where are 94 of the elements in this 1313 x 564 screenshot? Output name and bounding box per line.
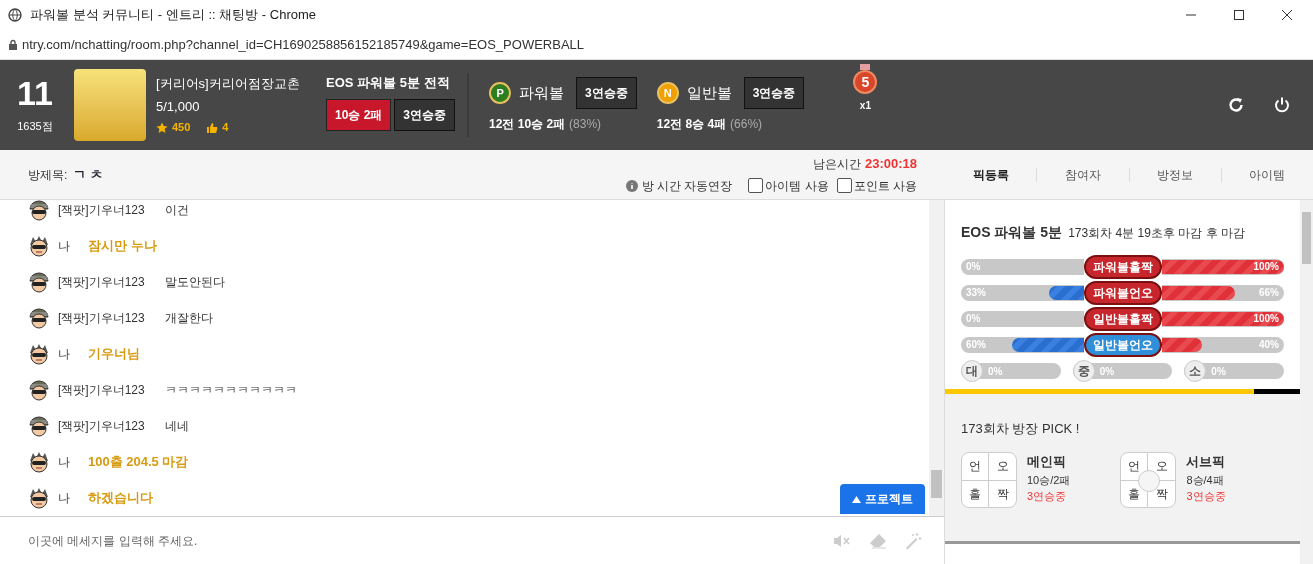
pick-streak: 3연승중 xyxy=(1027,489,1068,504)
record-summary: 12전 8승 4패 xyxy=(656,116,727,133)
percent-text: 100% xyxy=(1253,312,1279,326)
pick-title: 173회차 방장 PICK ! xyxy=(961,421,1080,436)
chat-message: 하겠습니다 xyxy=(88,489,153,508)
tab[interactable]: 참여자 xyxy=(1037,165,1129,184)
power-icon[interactable] xyxy=(1273,96,1291,114)
tab[interactable]: 아이템 xyxy=(1221,165,1313,184)
room-name: [커리어s]커리어점장교촌 xyxy=(156,75,301,94)
user-name: [잭팟]기우너123 xyxy=(58,382,145,399)
user-name: [잭팟]기우너123 xyxy=(58,310,145,327)
chat-message: 말도안된다 xyxy=(164,274,225,291)
record-summary: 12전 10승 2패 xyxy=(489,116,566,133)
bar-label: 파워볼홀짝 xyxy=(1083,255,1162,279)
info-icon xyxy=(625,179,638,192)
address-bar[interactable]: ntry.com/nchatting/room.php?channel_id=CH1690258856152185749&game=EOS_POWERBALL xyxy=(22,34,584,55)
tab[interactable]: 방정보 xyxy=(1129,165,1221,184)
user-name: 나 xyxy=(58,490,70,507)
chat-message: 개잘한다 xyxy=(164,310,213,327)
pick-record: 8승/4패 xyxy=(1186,472,1225,488)
chat-message: 100출 204.5 마감 xyxy=(88,453,189,472)
checkbox[interactable] xyxy=(748,178,764,194)
chat-message: 이건 xyxy=(164,202,189,219)
bar-label: 일반볼언오 xyxy=(1083,333,1162,357)
streak-label: 3연승중 xyxy=(743,77,805,109)
user-name: [잭팟]기우너123 xyxy=(58,418,145,435)
remaining-time: 23:00:18 xyxy=(864,155,917,174)
globe-icon xyxy=(8,8,22,22)
avatar-icon xyxy=(26,200,52,221)
streak-label: 3연승중 xyxy=(394,98,456,131)
medal-count: x1 xyxy=(859,99,871,113)
maximize-icon[interactable] xyxy=(1233,9,1245,21)
ball-name: 일반볼 xyxy=(686,82,732,103)
room-logo-placeholder xyxy=(74,69,146,141)
chat-message: 기우너님 xyxy=(88,345,140,364)
window-title: 파워볼 분석 커뮤니티 - 엔트리 :: 채팅방 - Chrome xyxy=(30,6,316,25)
member-count: 5/1,000 xyxy=(156,97,201,116)
streak-label: 3연승중 xyxy=(576,77,637,109)
pick-record: 10승/2패 xyxy=(1027,472,1071,488)
lock-icon xyxy=(8,38,18,51)
ball-name: 파워볼 xyxy=(519,82,565,103)
bar-label: 일반볼홀짝 xyxy=(1083,307,1162,331)
size-label: 중 xyxy=(1072,360,1095,382)
chat-message: 네네 xyxy=(164,418,189,435)
pick-cell: 오 xyxy=(989,453,1016,481)
avatar-icon xyxy=(26,307,52,329)
avatar-icon xyxy=(26,415,52,437)
record-result: 10승 2패 xyxy=(326,98,392,131)
option-label: 포인트 사용 xyxy=(853,177,917,195)
pick-cell-text: 짝 xyxy=(995,485,1010,503)
refresh-icon[interactable] xyxy=(1227,96,1245,114)
user-name: [잭팟]기우너123 xyxy=(58,202,145,219)
game-title: EOS 파워볼 5분 xyxy=(961,223,1063,242)
scrollbar[interactable] xyxy=(929,200,944,516)
project-button[interactable]: 프로젝트 xyxy=(840,484,925,514)
chat-message: 잠시만 누나 xyxy=(88,237,157,256)
star-icon xyxy=(156,121,168,134)
user-name: 나 xyxy=(58,238,70,255)
avatar-icon xyxy=(26,271,52,293)
user-name: 나 xyxy=(58,346,70,363)
user-name: [잭팟]기우너123 xyxy=(58,274,145,291)
caret-icon xyxy=(852,495,861,503)
auto-extend-label: 방 시간 자동연장 xyxy=(641,177,733,195)
pick-name: 메인픽 xyxy=(1027,453,1067,471)
user-name: 나 xyxy=(58,454,70,471)
time-label: 남은시간 xyxy=(812,156,861,174)
star-count: 450 xyxy=(172,120,191,136)
message-input[interactable]: 이곳에 메세지를 입력해 주세요. xyxy=(28,531,832,550)
like-count: 4 xyxy=(222,120,229,136)
tab[interactable]: 픽등록 xyxy=(945,165,1037,184)
option-label: 아이템 사용 xyxy=(765,177,829,195)
bar-label: 파워볼언오 xyxy=(1083,281,1162,305)
size-label: 대 xyxy=(961,360,983,382)
win-rate: (66%) xyxy=(730,116,763,133)
pick-name: 서브픽 xyxy=(1186,453,1226,471)
room-title-label: 방제목: xyxy=(28,166,68,184)
checkbox[interactable] xyxy=(836,178,852,194)
percent-text: 100% xyxy=(1253,260,1279,274)
record-title: EOS 파워볼 5분 전적 xyxy=(326,74,451,92)
thumbs-up-icon xyxy=(206,121,219,134)
round-info: 173회차 4분 19초후 마감 후 마감 xyxy=(1068,225,1245,242)
pick-streak: 3연승중 xyxy=(1186,489,1226,504)
pick-cell-text: 짝 xyxy=(1154,485,1169,503)
rank-number: 11 xyxy=(17,75,53,110)
room-title: ㄱ ㅊ xyxy=(73,165,103,184)
close-icon[interactable] xyxy=(1281,9,1293,21)
win-rate: (83%) xyxy=(569,116,602,133)
pick-cell: 홀 xyxy=(962,480,989,507)
size-label: 소 xyxy=(1184,360,1207,382)
points-text: 1635점 xyxy=(17,118,53,134)
avatar-icon xyxy=(26,379,52,401)
scrollbar[interactable] xyxy=(1300,200,1313,564)
pick-cell: 언 xyxy=(962,453,989,481)
chat-message: ㅋㅋㅋㅋㅋㅋㅋㅋㅋㅋㅋ xyxy=(164,382,297,399)
